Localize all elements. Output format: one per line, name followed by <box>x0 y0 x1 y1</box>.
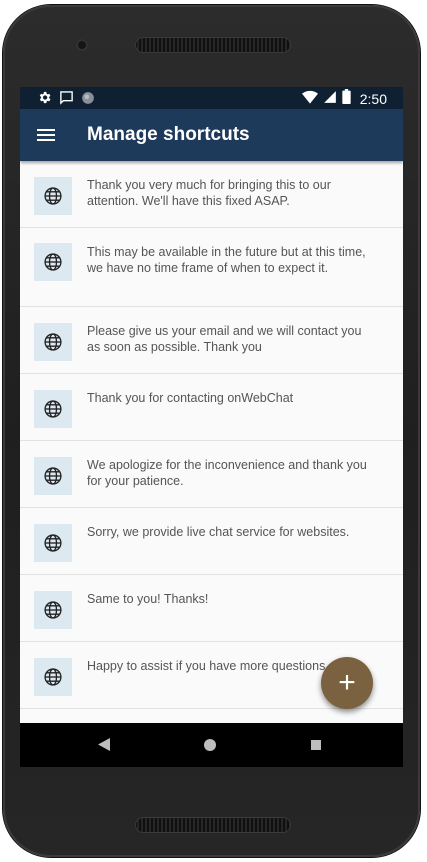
page-title: Manage shortcuts <box>87 124 250 145</box>
app-bar: Manage shortcuts <box>20 109 403 161</box>
shortcut-item[interactable]: Sorry, we provide live chat service for … <box>20 508 403 575</box>
globe-icon <box>34 591 72 629</box>
wifi-icon <box>301 90 318 109</box>
system-nav-bar <box>20 723 403 767</box>
shortcut-text: Please give us your email and we will co… <box>87 324 362 354</box>
globe-icon <box>34 177 72 215</box>
shortcut-text: Thank you very much for bringing this to… <box>87 178 331 208</box>
shortcut-text: Thank you for contacting onWebChat <box>87 391 294 405</box>
shortcut-item[interactable]: Thank you for contacting onWebChat <box>20 374 403 441</box>
shortcut-item[interactable]: This may be available in the future but … <box>20 228 403 307</box>
circle-icon <box>81 91 95 110</box>
signal-icon <box>323 90 337 109</box>
screen: 2:50 Manage shortcuts Thank you very muc… <box>20 87 403 767</box>
bottom-speaker-grille <box>135 817 291 833</box>
home-icon[interactable] <box>204 739 216 751</box>
shortcut-text: Sorry, we provide live chat service for … <box>87 525 350 539</box>
plus-icon: + <box>338 666 356 699</box>
shortcut-item[interactable]: Thank you very much for bringing this to… <box>20 161 403 228</box>
shortcut-item[interactable]: Same to you! Thanks! <box>20 575 403 642</box>
shortcut-text: Same to you! Thanks! <box>87 592 209 606</box>
shortcut-item[interactable]: We apologize for the inconvenience and t… <box>20 441 403 508</box>
front-camera <box>76 39 88 51</box>
add-shortcut-button[interactable]: + <box>321 657 373 709</box>
top-speaker-grille <box>135 37 291 53</box>
globe-icon <box>34 457 72 495</box>
message-icon <box>59 90 74 110</box>
gear-icon <box>37 90 52 110</box>
shortcut-item[interactable]: Please give us your email and we will co… <box>20 307 403 374</box>
status-bar-right-icons: 2:50 <box>301 89 387 109</box>
globe-icon <box>34 243 72 281</box>
back-icon[interactable] <box>98 738 110 756</box>
shortcuts-list: Thank you very much for bringing this to… <box>20 161 403 723</box>
globe-icon <box>34 390 72 428</box>
status-bar: 2:50 <box>20 87 403 109</box>
globe-icon <box>34 524 72 562</box>
status-bar-left-icons <box>37 90 95 110</box>
shortcut-text: This may be available in the future but … <box>87 245 366 275</box>
globe-icon <box>34 323 72 361</box>
globe-icon <box>34 658 72 696</box>
status-time: 2:50 <box>359 91 387 107</box>
battery-icon <box>342 89 351 109</box>
recents-icon[interactable] <box>311 740 321 750</box>
shortcut-text: We apologize for the inconvenience and t… <box>87 458 367 488</box>
hamburger-menu-icon[interactable] <box>34 123 58 147</box>
